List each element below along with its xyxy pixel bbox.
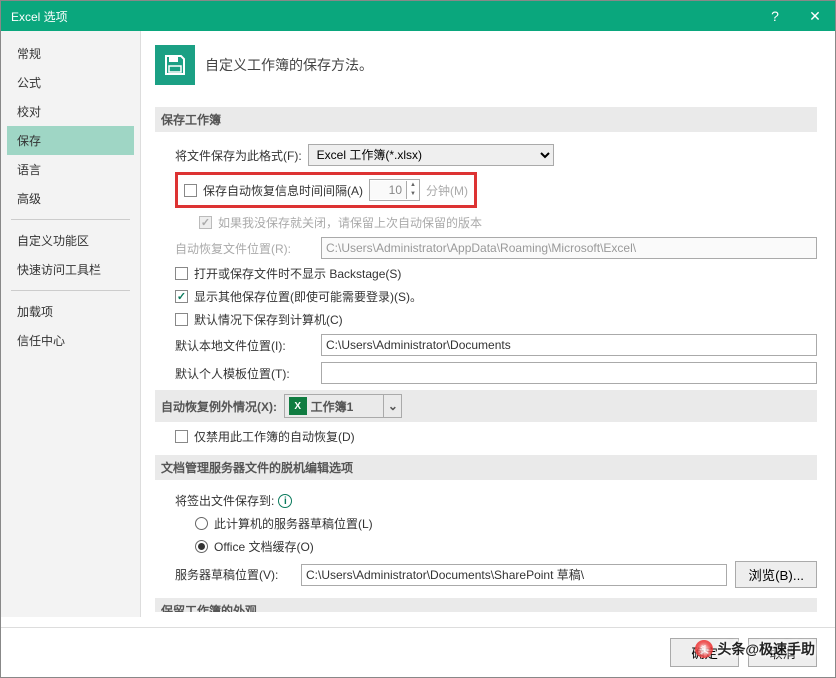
sidebar-item-0[interactable]: 常规 [7,39,134,68]
row-radio-draft: 此计算机的服务器草稿位置(L) [195,515,817,532]
default-pc-label: 默认情况下保存到计算机(C) [194,311,343,328]
page-description: 自定义工作簿的保存方法。 [205,55,373,75]
sidebar-item-5[interactable]: 高级 [7,184,134,213]
footer: 确定 取消 [1,627,835,677]
options-dialog: Excel 选项 ? ✕ 常规公式校对保存语言高级自定义功能区快速访问工具栏加载… [0,0,836,678]
help-button[interactable]: ? [755,1,795,31]
sidebar-item-2[interactable]: 校对 [7,97,134,126]
spin-down[interactable]: ▼ [407,190,419,199]
default-tmpl-label: 默认个人模板位置(T): [175,365,315,382]
chevron-down-icon[interactable]: ⌄ [383,395,401,417]
sidebar-item-4[interactable]: 语言 [7,155,134,184]
title-text: Excel 选项 [11,8,68,25]
disable-recover-label: 仅禁用此工作簿的自动恢复(D) [194,428,355,445]
autosave-spinner[interactable]: ▲▼ [369,179,420,201]
sidebar-item-3[interactable]: 保存 [7,126,134,155]
draft-loc-label: 服务器草稿位置(V): [175,566,295,583]
sidebar-separator [11,219,130,220]
browse-button[interactable]: 浏览(B)... [735,561,817,588]
format-select[interactable]: Excel 工作簿(*.xlsx) [308,144,554,166]
ok-button[interactable]: 确定 [670,638,739,667]
row-no-backstage: 打开或保存文件时不显示 Backstage(S) [175,265,817,282]
row-recover-loc: 自动恢复文件位置(R): [175,237,817,259]
sidebar-item-8[interactable]: 加载项 [7,297,134,326]
recover-loc-input[interactable] [321,237,817,259]
sidebar-separator [11,290,130,291]
format-label: 将文件保存为此格式(F): [175,147,302,164]
row-draft-loc: 服务器草稿位置(V): 浏览(B)... [175,561,817,588]
workbook-select[interactable]: X 工作簿1 ⌄ [284,394,403,418]
close-button[interactable]: ✕ [795,1,835,31]
keep-last-checkbox [199,216,212,229]
main-area: 常规公式校对保存语言高级自定义功能区快速访问工具栏加载项信任中心 自定义工作簿的… [1,31,835,617]
row-default-pc: 默认情况下保存到计算机(C) [175,311,817,328]
recover-loc-label: 自动恢复文件位置(R): [175,240,315,257]
content-panel: 自定义工作簿的保存方法。 保存工作簿 将文件保存为此格式(F): Excel 工… [141,31,835,617]
workbook-name: 工作簿1 [311,398,384,415]
exceptions-label: 自动恢复例外情况(X): [161,398,277,415]
disable-recover-checkbox[interactable] [175,430,188,443]
row-radio-cache: Office 文档缓存(O) [195,538,817,555]
default-pc-checkbox[interactable] [175,313,188,326]
show-other-checkbox[interactable] [175,290,188,303]
row-autosave: 保存自动恢复信息时间间隔(A) ▲▼ 分钟(M) [175,172,817,208]
no-backstage-label: 打开或保存文件时不显示 Backstage(S) [194,265,401,282]
autosave-label: 保存自动恢复信息时间间隔(A) [203,182,363,199]
show-other-label: 显示其他保存位置(即使可能需要登录)(S)。 [194,288,422,305]
row-disable-recover: 仅禁用此工作簿的自动恢复(D) [175,428,817,445]
spin-up[interactable]: ▲ [407,181,419,190]
default-local-label: 默认本地文件位置(I): [175,337,315,354]
section-exceptions: 自动恢复例外情况(X): X 工作簿1 ⌄ [155,390,817,422]
section-server: 文档管理服务器文件的脱机编辑选项 [155,455,817,480]
titlebar: Excel 选项 ? ✕ [1,1,835,31]
section-save-workbook: 保存工作簿 [155,107,817,132]
saveto-label: 将签出文件保存到: [175,492,274,509]
default-local-input[interactable] [321,334,817,356]
category-sidebar: 常规公式校对保存语言高级自定义功能区快速访问工具栏加载项信任中心 [1,31,141,617]
radio-office-cache[interactable] [195,540,208,553]
radio-cache-label: Office 文档缓存(O) [214,538,314,555]
radio-draft-label: 此计算机的服务器草稿位置(L) [214,515,373,532]
section-appearance: 保留工作簿的外观 [155,598,817,612]
no-backstage-checkbox[interactable] [175,267,188,280]
save-icon [155,45,195,85]
row-saveto: 将签出文件保存到: i [175,492,817,509]
sidebar-item-9[interactable]: 信任中心 [7,326,134,355]
page-header: 自定义工作簿的保存方法。 [155,45,817,85]
sidebar-item-1[interactable]: 公式 [7,68,134,97]
default-tmpl-input[interactable] [321,362,817,384]
info-icon[interactable]: i [278,494,292,508]
row-default-local: 默认本地文件位置(I): [175,334,817,356]
sidebar-item-7[interactable]: 快速访问工具栏 [7,255,134,284]
row-show-other: 显示其他保存位置(即使可能需要登录)(S)。 [175,288,817,305]
radio-server-draft[interactable] [195,517,208,530]
row-file-format: 将文件保存为此格式(F): Excel 工作簿(*.xlsx) [175,144,817,166]
cancel-button[interactable]: 取消 [748,638,817,667]
row-keep-last: 如果我没保存就关闭，请保留上次自动保留的版本 [199,214,817,231]
sidebar-item-6[interactable]: 自定义功能区 [7,226,134,255]
autosave-value[interactable] [370,181,406,199]
autosave-unit: 分钟(M) [426,182,468,199]
excel-icon: X [289,397,307,415]
keep-last-label: 如果我没保存就关闭，请保留上次自动保留的版本 [218,214,482,231]
autosave-highlight: 保存自动恢复信息时间间隔(A) ▲▼ 分钟(M) [175,172,477,208]
draft-loc-input[interactable] [301,564,727,586]
autosave-checkbox[interactable] [184,184,197,197]
row-default-tmpl: 默认个人模板位置(T): [175,362,817,384]
